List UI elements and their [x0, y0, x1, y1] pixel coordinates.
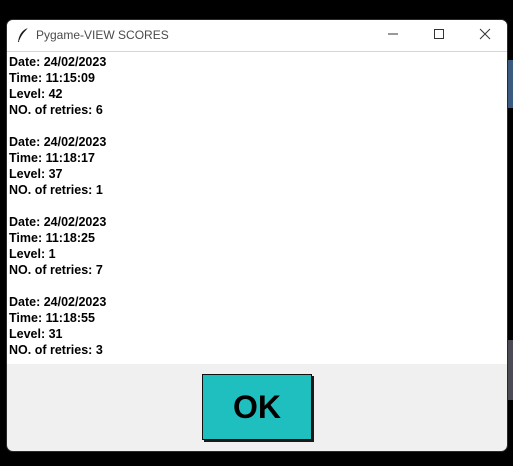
- maximize-icon: [433, 27, 445, 45]
- score-level: Level: 1: [9, 247, 56, 261]
- score-retries: NO. of retries: 3: [9, 343, 103, 357]
- ok-button[interactable]: OK: [202, 374, 312, 440]
- feather-icon: [16, 27, 30, 43]
- background-window-edge: [508, 60, 513, 108]
- close-icon: [479, 27, 491, 45]
- score-entry: Date: 24/02/2023 Time: 11:18:17 Level: 3…: [9, 134, 106, 198]
- score-time: Time: 11:15:09: [9, 71, 95, 85]
- score-time: Time: 11:18:25: [9, 231, 95, 245]
- score-entry: Date: 24/02/2023 Time: 11:15:09 Level: 4…: [9, 54, 106, 118]
- score-entry: Date: 24/02/2023 Time: 11:18:55 Level: 3…: [9, 294, 106, 358]
- background-window-edge: [508, 340, 513, 400]
- score-level: Level: 42: [9, 87, 63, 101]
- score-time: Time: 11:18:17: [9, 151, 95, 165]
- score-date: Date: 24/02/2023: [9, 55, 107, 69]
- maximize-button[interactable]: [416, 20, 462, 51]
- score-date: Date: 24/02/2023: [9, 295, 107, 309]
- score-entry: Date: 24/02/2023 Time: 11:18:25 Level: 1…: [9, 214, 106, 278]
- view-scores-window: Pygame-VIEW SCORES Date: 24/02/2023 Time…: [7, 20, 507, 451]
- score-time: Time: 11:18:55: [9, 311, 95, 325]
- minimize-icon: [387, 27, 399, 45]
- score-retries: NO. of retries: 7: [9, 263, 103, 277]
- score-level: Level: 37: [9, 167, 63, 181]
- score-level: Level: 31: [9, 327, 63, 341]
- score-date: Date: 24/02/2023: [9, 215, 107, 229]
- close-button[interactable]: [462, 20, 507, 51]
- score-date: Date: 24/02/2023: [9, 135, 107, 149]
- minimize-button[interactable]: [370, 20, 416, 51]
- score-retries: NO. of retries: 6: [9, 103, 103, 117]
- title-bar[interactable]: Pygame-VIEW SCORES: [7, 20, 507, 52]
- scores-text-area[interactable]: Date: 24/02/2023 Time: 11:15:09 Level: 4…: [7, 52, 507, 364]
- window-title: Pygame-VIEW SCORES: [36, 28, 169, 42]
- score-retries: NO. of retries: 1: [9, 183, 103, 197]
